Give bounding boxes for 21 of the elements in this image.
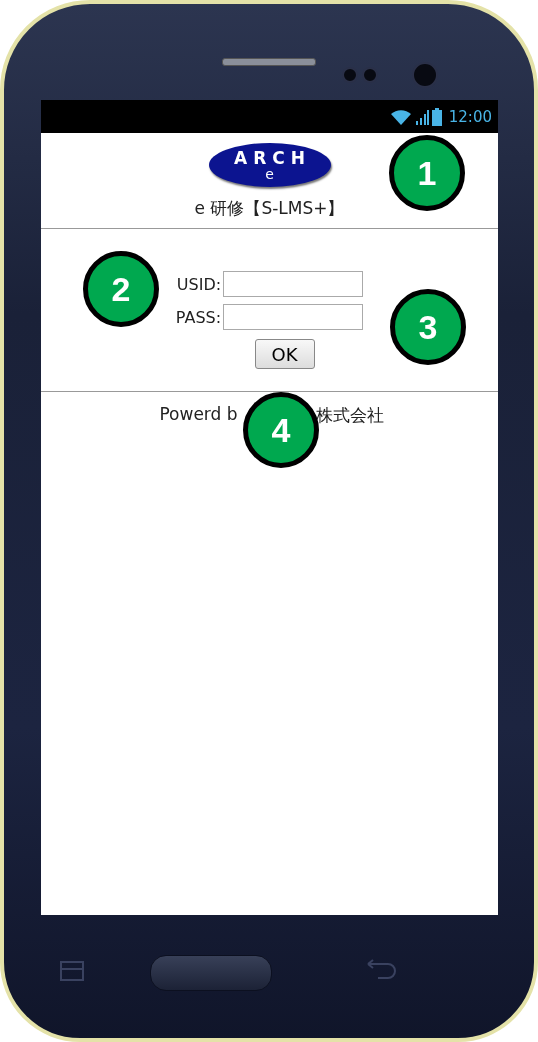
callout-badge: 1: [389, 135, 465, 211]
signal-icon: [414, 108, 429, 125]
battery-icon: [431, 107, 442, 126]
footer-text: Powerd b: [159, 404, 238, 426]
clock: 12:00: [448, 107, 492, 126]
callout-badge: 3: [390, 289, 466, 365]
wifi-icon: [389, 107, 412, 126]
camera-icon: [412, 62, 438, 88]
sensor-icon: [342, 67, 358, 83]
input-field[interactable]: [223, 304, 364, 330]
callout-badge: 2: [83, 251, 159, 327]
logo-text: ARCH: [233, 149, 311, 167]
field-label: USID:: [175, 274, 222, 294]
menu-icon: [60, 961, 84, 981]
sensor-icon: [362, 67, 378, 83]
home-button[interactable]: [150, 955, 272, 991]
logo-text: e: [265, 166, 274, 181]
field-label: PASS:: [175, 307, 222, 327]
page-title: e 研修【S-LMS+】: [194, 197, 345, 220]
input-field[interactable]: [223, 271, 364, 297]
ok-button[interactable]: OK: [254, 339, 315, 369]
